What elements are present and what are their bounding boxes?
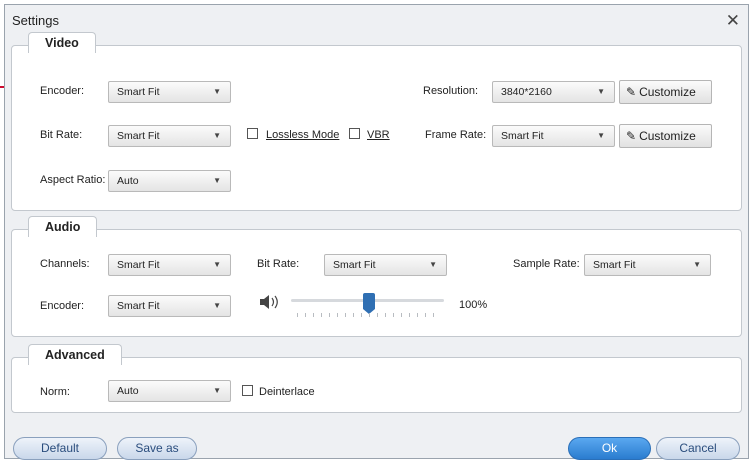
chevron-down-icon: ▼	[213, 176, 221, 185]
resolution-customize-button[interactable]: ✎ Customize	[619, 80, 712, 104]
speaker-icon[interactable]	[259, 294, 281, 310]
chevron-down-icon: ▼	[429, 260, 437, 269]
pencil-icon: ✎	[626, 129, 637, 143]
settings-dialog: Settings ✕ Video Encoder: Smart Fit ▼ Re…	[4, 4, 749, 460]
norm-select[interactable]: Auto ▼	[108, 380, 231, 402]
video-bitrate-select[interactable]: Smart Fit ▼	[108, 125, 231, 147]
audio-section: Audio	[11, 216, 742, 337]
norm-value: Auto	[117, 385, 139, 397]
norm-label: Norm:	[40, 386, 70, 398]
channels-select[interactable]: Smart Fit ▼	[108, 254, 231, 276]
frame-rate-value: Smart Fit	[501, 130, 544, 142]
ok-button[interactable]: Ok	[568, 437, 651, 460]
chevron-down-icon: ▼	[213, 260, 221, 269]
chevron-down-icon: ▼	[213, 386, 221, 395]
audio-bitrate-label: Bit Rate:	[257, 258, 300, 270]
vbr-checkbox[interactable]	[349, 128, 360, 139]
deinterlace-checkbox[interactable]	[242, 385, 253, 396]
sample-rate-label: Sample Rate:	[513, 258, 580, 270]
chevron-down-icon: ▼	[597, 87, 605, 96]
volume-percent: 100%	[459, 299, 488, 311]
save-as-button[interactable]: Save as	[117, 437, 197, 460]
resolution-select[interactable]: 3840*2160 ▼	[492, 81, 615, 103]
title-bar: Settings ✕	[5, 5, 748, 37]
volume-slider-thumb[interactable]	[363, 293, 375, 314]
lossless-mode-checkbox[interactable]	[247, 128, 258, 139]
customize-label: Customize	[639, 129, 696, 143]
chevron-down-icon: ▼	[693, 260, 701, 269]
close-icon[interactable]: ✕	[726, 11, 740, 31]
chevron-down-icon: ▼	[213, 87, 221, 96]
channels-value: Smart Fit	[117, 259, 160, 271]
video-encoder-label: Encoder:	[40, 85, 85, 97]
advanced-section-title: Advanced	[28, 344, 122, 367]
sample-rate-select[interactable]: Smart Fit ▼	[584, 254, 711, 276]
audio-encoder-label: Encoder:	[40, 300, 85, 312]
audio-bitrate-select[interactable]: Smart Fit ▼	[324, 254, 447, 276]
audio-encoder-value: Smart Fit	[117, 300, 160, 312]
aspect-ratio-value: Auto	[117, 175, 139, 187]
frame-rate-select[interactable]: Smart Fit ▼	[492, 125, 615, 147]
default-button[interactable]: Default	[13, 437, 107, 460]
frame-rate-customize-button[interactable]: ✎ Customize	[619, 124, 712, 148]
cancel-button[interactable]: Cancel	[656, 437, 740, 460]
pencil-icon: ✎	[626, 85, 637, 99]
video-bitrate-label: Bit Rate:	[40, 129, 83, 141]
audio-bitrate-value: Smart Fit	[333, 259, 376, 271]
resolution-label: Resolution:	[423, 85, 479, 97]
audio-encoder-select[interactable]: Smart Fit ▼	[108, 295, 231, 317]
lossless-mode-label[interactable]: Lossless Mode	[266, 129, 339, 141]
chevron-down-icon: ▼	[213, 131, 221, 140]
deinterlace-label[interactable]: Deinterlace	[259, 386, 315, 398]
vbr-label[interactable]: VBR	[367, 129, 390, 141]
customize-label: Customize	[639, 85, 696, 99]
sample-rate-value: Smart Fit	[593, 259, 636, 271]
video-encoder-select[interactable]: Smart Fit ▼	[108, 81, 231, 103]
volume-slider-ticks	[297, 313, 439, 317]
video-encoder-value: Smart Fit	[117, 86, 160, 98]
window-title: Settings	[12, 13, 59, 28]
audio-section-title: Audio	[28, 216, 98, 239]
channels-label: Channels:	[40, 258, 90, 270]
chevron-down-icon: ▼	[213, 301, 221, 310]
resolution-value: 3840*2160	[501, 86, 552, 98]
chevron-down-icon: ▼	[597, 131, 605, 140]
video-section-title: Video	[28, 32, 96, 55]
aspect-ratio-label: Aspect Ratio:	[40, 174, 106, 186]
frame-rate-label: Frame Rate:	[425, 129, 487, 141]
video-bitrate-value: Smart Fit	[117, 130, 160, 142]
aspect-ratio-select[interactable]: Auto ▼	[108, 170, 231, 192]
